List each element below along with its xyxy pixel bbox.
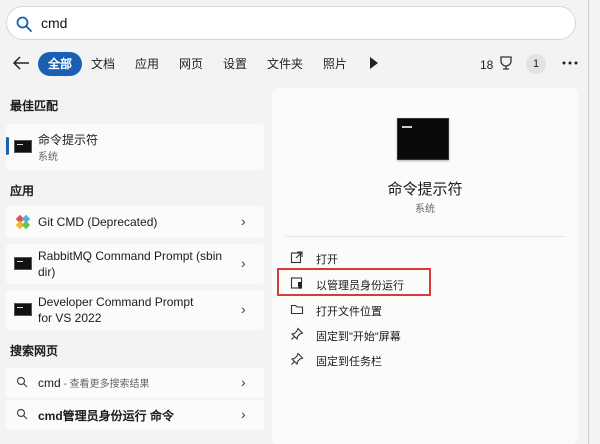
- tab-folders[interactable]: 文件夹: [263, 52, 307, 76]
- search-icon: [16, 408, 28, 420]
- tab-apps[interactable]: 应用: [131, 52, 163, 76]
- app-title: Git CMD (Deprecated): [38, 215, 158, 229]
- open-icon: [290, 251, 303, 264]
- more-icon[interactable]: [560, 55, 580, 71]
- tab-all[interactable]: 全部: [38, 52, 83, 76]
- tab-documents[interactable]: 文档: [87, 52, 119, 76]
- play-icon[interactable]: [370, 57, 378, 69]
- pin-icon: [290, 352, 304, 366]
- detail-subtitle: 系统: [415, 204, 435, 215]
- section-web: 搜索网页: [10, 344, 59, 358]
- tab-settings[interactable]: 设置: [219, 52, 251, 76]
- selection-indicator: [6, 137, 9, 155]
- action-pin-to-start[interactable]: 固定到"开始"屏幕: [316, 328, 401, 344]
- search-bar[interactable]: cmd: [6, 6, 576, 40]
- folder-icon: [290, 304, 304, 315]
- web-query: cmd - 查看更多搜索结果: [38, 376, 150, 390]
- divider: [285, 236, 565, 237]
- action-open[interactable]: 打开: [316, 251, 338, 267]
- trophy-icon[interactable]: [497, 54, 515, 72]
- app-title: RabbitMQ Command Prompt (sbin dir): [38, 249, 223, 279]
- chevron-right-icon[interactable]: ›: [241, 301, 246, 317]
- best-match-subtitle: 系统: [38, 152, 58, 163]
- points-count: 18: [480, 58, 494, 72]
- tab-web[interactable]: 网页: [175, 52, 207, 76]
- detail-title: 命令提示符: [387, 181, 463, 198]
- cmd-icon: [14, 303, 32, 316]
- search-input[interactable]: cmd: [41, 15, 67, 31]
- tab-photos[interactable]: 照片: [319, 52, 351, 76]
- search-icon: [16, 16, 32, 32]
- section-apps: 应用: [10, 184, 35, 198]
- highlight-box: [277, 268, 431, 296]
- git-icon: [15, 214, 31, 230]
- pin-icon: [290, 327, 304, 341]
- chevron-right-icon[interactable]: ›: [241, 374, 246, 390]
- chevron-right-icon[interactable]: ›: [241, 213, 246, 229]
- cmd-icon: [14, 257, 32, 270]
- back-arrow-icon[interactable]: [10, 52, 32, 74]
- account-badge[interactable]: 1: [526, 54, 546, 74]
- search-icon: [16, 376, 28, 388]
- action-open-file-location[interactable]: 打开文件位置: [316, 303, 382, 319]
- cmd-icon: [14, 140, 32, 153]
- chevron-right-icon[interactable]: ›: [241, 255, 246, 271]
- window-edge: [588, 0, 589, 444]
- chevron-right-icon[interactable]: ›: [241, 406, 246, 422]
- cmd-icon: [397, 118, 449, 160]
- app-title: Developer Command Prompt for VS 2022: [38, 295, 194, 325]
- action-pin-to-taskbar[interactable]: 固定到任务栏: [316, 353, 382, 369]
- best-match-title: 命令提示符: [38, 133, 99, 147]
- section-best-match: 最佳匹配: [10, 99, 59, 113]
- web-query: cmd管理员身份运行 命令: [38, 409, 175, 423]
